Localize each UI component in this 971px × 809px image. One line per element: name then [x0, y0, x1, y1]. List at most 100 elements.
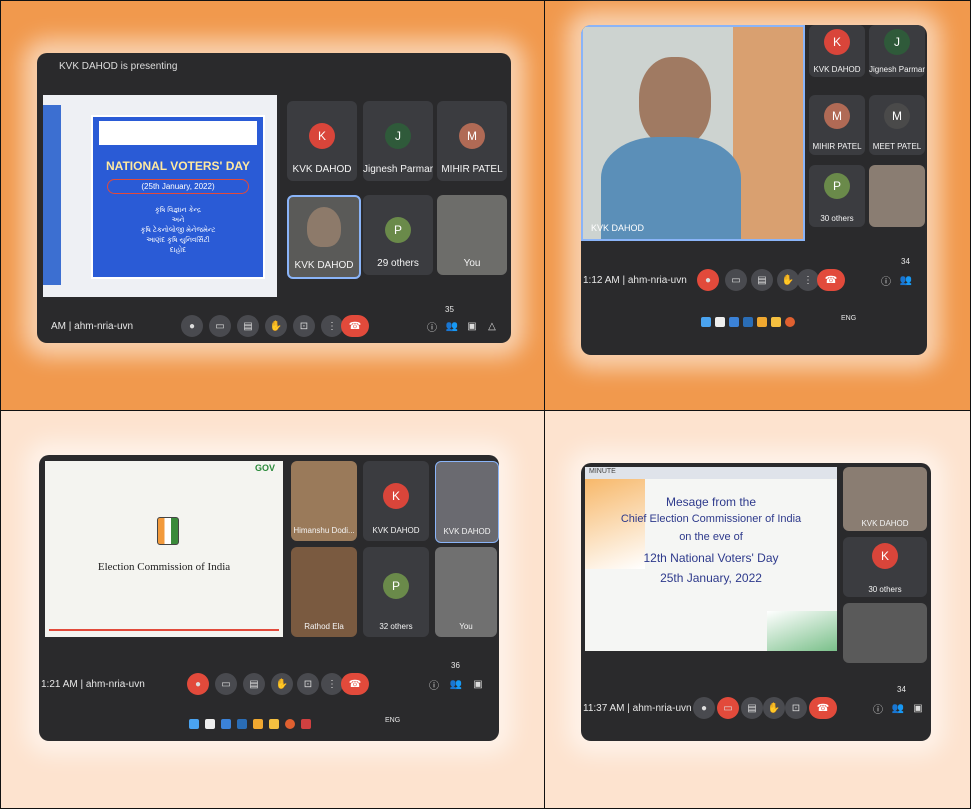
slide-line-3: કૃષિ ટેકનોલોજી મેનેજમેન્ટ: [140, 227, 216, 234]
participant-name: 30 others: [820, 214, 854, 223]
app-icon[interactable]: [285, 719, 295, 729]
raise-hand-button[interactable]: ✋: [271, 673, 293, 695]
browser-bar: MINUTE: [585, 467, 837, 479]
info-icon[interactable]: ⓘ: [421, 315, 443, 337]
participant-tile-kvk[interactable]: K KVK DAHOD: [363, 461, 429, 541]
chat-icon[interactable]: ▣: [461, 315, 483, 337]
raise-hand-button[interactable]: ✋: [265, 315, 287, 337]
slide-logos: [99, 121, 257, 145]
avatar: K: [309, 123, 335, 149]
meet-screenshot-4: MINUTE Mesage from the Chief Election Co…: [581, 463, 931, 741]
present-button[interactable]: ⊡: [785, 697, 807, 719]
activities-icon[interactable]: △: [481, 315, 503, 337]
mic-button[interactable]: ●: [697, 269, 719, 291]
mic-button[interactable]: ●: [181, 315, 203, 337]
leave-call-button[interactable]: ☎: [817, 269, 845, 291]
present-button[interactable]: ⊡: [293, 315, 315, 337]
mic-button[interactable]: ●: [187, 673, 209, 695]
avatar: P: [383, 573, 409, 599]
participant-tile-jignesh[interactable]: J Jignesh Parmar: [869, 25, 925, 77]
people-icon[interactable]: 👥: [441, 315, 463, 337]
app-icon[interactable]: [221, 719, 231, 729]
participant-name: KVK DAHOD: [292, 164, 352, 175]
raise-hand-button[interactable]: ✋: [763, 697, 785, 719]
app-icon[interactable]: [301, 719, 311, 729]
message-line-1: Mesage from the: [665, 495, 757, 509]
participant-video: [307, 207, 341, 247]
avatar: M: [824, 103, 850, 129]
camera-button[interactable]: ▭: [209, 315, 231, 337]
people-icon[interactable]: 👥: [887, 697, 909, 719]
speaker-video: KVK DAHOD: [581, 25, 805, 241]
captions-button[interactable]: ▤: [751, 269, 773, 291]
app-icon[interactable]: [729, 317, 739, 327]
participant-tile-kvk-video[interactable]: KVK DAHOD: [843, 467, 927, 531]
app-icon[interactable]: [205, 719, 215, 729]
app-icon[interactable]: [743, 317, 753, 327]
more-options-button[interactable]: ⋮: [321, 673, 343, 695]
participant-tile-video[interactable]: [869, 165, 925, 227]
video-progress-bar[interactable]: [49, 629, 279, 631]
app-icon[interactable]: [237, 719, 247, 729]
shared-screen: MINUTE Mesage from the Chief Election Co…: [585, 467, 837, 651]
camera-button[interactable]: ▭: [215, 673, 237, 695]
participant-tile-others[interactable]: K 30 others: [843, 537, 927, 597]
participant-name: Jignesh Parmar: [363, 164, 434, 175]
windows-taskbar: ENG: [189, 717, 489, 731]
participant-tile-kvk[interactable]: K KVK DAHOD: [287, 101, 357, 181]
start-icon[interactable]: [701, 317, 711, 327]
participant-tile-himanshu[interactable]: Himanshu Dodi...: [291, 461, 357, 541]
leave-call-button[interactable]: ☎: [341, 673, 369, 695]
participant-tile-others[interactable]: P 29 others: [363, 195, 433, 275]
message-line-2: Chief Election Commissioner of India: [620, 513, 802, 525]
participant-tile-you[interactable]: You: [437, 195, 507, 275]
gov-logo: GOV: [254, 463, 275, 473]
participant-tile-mihir[interactable]: M MIHIR PATEL: [809, 95, 865, 155]
participant-tile-others[interactable]: P 30 others: [809, 165, 865, 227]
browser-label: MINUTE: [589, 468, 616, 475]
app-icon[interactable]: [253, 719, 263, 729]
info-icon[interactable]: ⓘ: [423, 673, 445, 695]
leave-call-button[interactable]: ☎: [341, 315, 369, 337]
camera-button[interactable]: ▭: [717, 697, 739, 719]
participant-tile-meet[interactable]: M MEET PATEL: [869, 95, 925, 155]
participant-tile-others[interactable]: P 32 others: [363, 547, 429, 637]
participant-tile-you[interactable]: You: [435, 547, 497, 637]
app-icon[interactable]: [269, 719, 279, 729]
participant-count: 34: [901, 257, 910, 266]
leave-call-button[interactable]: ☎: [809, 697, 837, 719]
participant-count: 36: [451, 661, 460, 670]
cell-bottom-right: MINUTE Mesage from the Chief Election Co…: [544, 410, 971, 809]
start-icon[interactable]: [189, 719, 199, 729]
info-icon[interactable]: ⓘ: [875, 269, 897, 291]
app-icon[interactable]: [757, 317, 767, 327]
info-icon[interactable]: ⓘ: [867, 697, 889, 719]
people-icon[interactable]: 👥: [445, 673, 467, 695]
captions-button[interactable]: ▤: [237, 315, 259, 337]
avatar: J: [884, 29, 910, 55]
camera-button[interactable]: ▭: [725, 269, 747, 291]
chat-icon[interactable]: ▣: [907, 697, 929, 719]
app-icon[interactable]: [771, 317, 781, 327]
participant-tile-video[interactable]: [843, 603, 927, 663]
participant-tile-mihir[interactable]: M MIHIR PATEL: [437, 101, 507, 181]
participant-name: You: [459, 622, 473, 631]
mic-button[interactable]: ●: [693, 697, 715, 719]
participant-tile-rathod[interactable]: Rathod Ela: [291, 547, 357, 637]
captions-button[interactable]: ▤: [741, 697, 763, 719]
more-options-button[interactable]: ⋮: [797, 269, 819, 291]
app-icon[interactable]: [785, 317, 795, 327]
participant-tile-kvk-video[interactable]: KVK DAHOD: [435, 461, 499, 543]
app-icon[interactable]: [715, 317, 725, 327]
captions-button[interactable]: ▤: [243, 673, 265, 695]
chat-icon[interactable]: ▣: [467, 673, 489, 695]
participant-tile-kvk-video[interactable]: KVK DAHOD: [287, 195, 361, 279]
participant-tile-jignesh[interactable]: J Jignesh Parmar: [363, 101, 433, 181]
present-button[interactable]: ⊡: [297, 673, 319, 695]
slide-line-4: આણંદ કૃષિ યુનિવર્સિટી: [146, 237, 210, 244]
avatar: P: [824, 173, 850, 199]
people-icon[interactable]: 👥: [895, 269, 917, 291]
more-options-button[interactable]: ⋮: [321, 315, 343, 337]
raise-hand-button[interactable]: ✋: [777, 269, 799, 291]
participant-tile-kvk[interactable]: K KVK DAHOD: [809, 25, 865, 77]
